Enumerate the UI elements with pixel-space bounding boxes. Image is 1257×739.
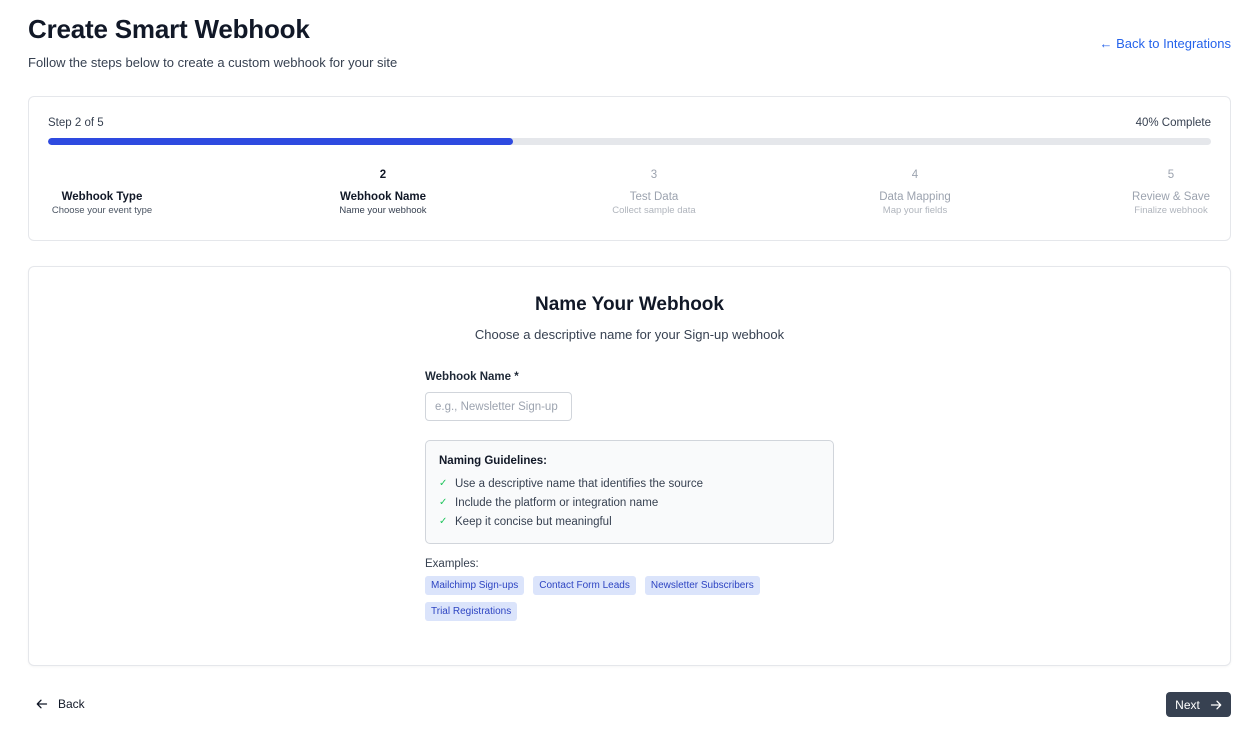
section-title: Name Your Webhook (535, 294, 724, 315)
step-number: 4 (911, 169, 919, 181)
progress-card: Step 2 of 5 40% Complete Webhook Type Ch… (28, 96, 1231, 241)
guideline-item: ✓ Use a descriptive name that identifies… (439, 474, 820, 493)
progress-bar (48, 138, 1211, 145)
examples-label: Examples: (425, 558, 479, 570)
guideline-item: ✓ Keep it concise but meaningful (439, 512, 820, 531)
guideline-item: ✓ Include the platform or integration na… (439, 493, 820, 512)
progress-header: Step 2 of 5 40% Complete (48, 117, 1211, 129)
example-chip[interactable]: Newsletter Subscribers (644, 576, 760, 595)
webhook-name-label: Webhook Name * (425, 371, 519, 383)
example-chip[interactable]: Trial Registrations (425, 602, 518, 621)
next-button[interactable]: Next (1166, 692, 1231, 717)
guidelines-title: Naming Guidelines: (439, 455, 547, 467)
back-to-integrations-link[interactable]: ← Back to Integrations (1099, 36, 1231, 51)
progress-bar-fill (48, 138, 514, 145)
example-chip[interactable]: Mailchimp Sign-ups (425, 576, 525, 595)
step-title: Webhook Name (339, 191, 427, 203)
example-chips: Mailchimp Sign-ups Contact Form Leads Ne… (425, 576, 805, 621)
naming-guidelines-box: Naming Guidelines: ✓ Use a descriptive n… (425, 440, 834, 544)
step-description: Map your fields (882, 205, 948, 216)
step-description: Finalize webhook (1134, 205, 1208, 216)
page-title: Create Smart Webhook (28, 14, 310, 44)
step-data-mapping: 4 Data Mapping Map your fields (879, 167, 951, 216)
page-subtitle: Follow the steps below to create a custo… (28, 55, 398, 70)
step-title: Test Data (629, 191, 679, 203)
step-description: Name your webhook (339, 205, 427, 216)
arrow-left-icon (36, 698, 48, 710)
step-title: Review & Save (1132, 191, 1210, 203)
next-button-label: Next (1175, 697, 1200, 712)
guideline-text: Use a descriptive name that identifies t… (455, 477, 704, 490)
percent-complete: 40% Complete (1135, 117, 1211, 129)
step-test-data: 3 Test Data Collect sample data (612, 167, 695, 216)
section-subtitle: Choose a descriptive name for your Sign-… (474, 327, 785, 342)
check-icon: ✓ (439, 516, 448, 527)
step-number (52, 167, 152, 183)
example-chip[interactable]: Contact Form Leads (533, 576, 636, 595)
step-number: 3 (650, 169, 658, 181)
webhook-name-card: Name Your Webhook Choose a descriptive n… (28, 266, 1231, 666)
step-webhook-name: 2 Webhook Name Name your webhook (339, 167, 426, 216)
check-icon: ✓ (439, 478, 448, 489)
guideline-text: Include the platform or integration name (455, 496, 659, 509)
back-button[interactable]: Back (36, 697, 85, 711)
step-indicator: Step 2 of 5 (48, 117, 104, 129)
guideline-text: Keep it concise but meaningful (455, 515, 612, 528)
step-review-save: 5 Review & Save Finalize webhook (1132, 167, 1210, 216)
check-icon: ✓ (439, 497, 448, 508)
page-header: Create Smart Webhook Follow the steps be… (28, 14, 397, 70)
step-title: Webhook Type (61, 191, 143, 203)
step-title: Data Mapping (879, 191, 951, 203)
step-description: Choose your event type (51, 205, 153, 216)
webhook-name-input[interactable] (425, 392, 572, 421)
step-number: 5 (1167, 169, 1175, 181)
step-webhook-type: Webhook Type Choose your event type (52, 167, 152, 216)
step-description: Collect sample data (612, 205, 696, 216)
back-button-label: Back (58, 697, 85, 711)
step-number: 2 (379, 169, 387, 181)
arrow-right-icon (1210, 699, 1222, 711)
